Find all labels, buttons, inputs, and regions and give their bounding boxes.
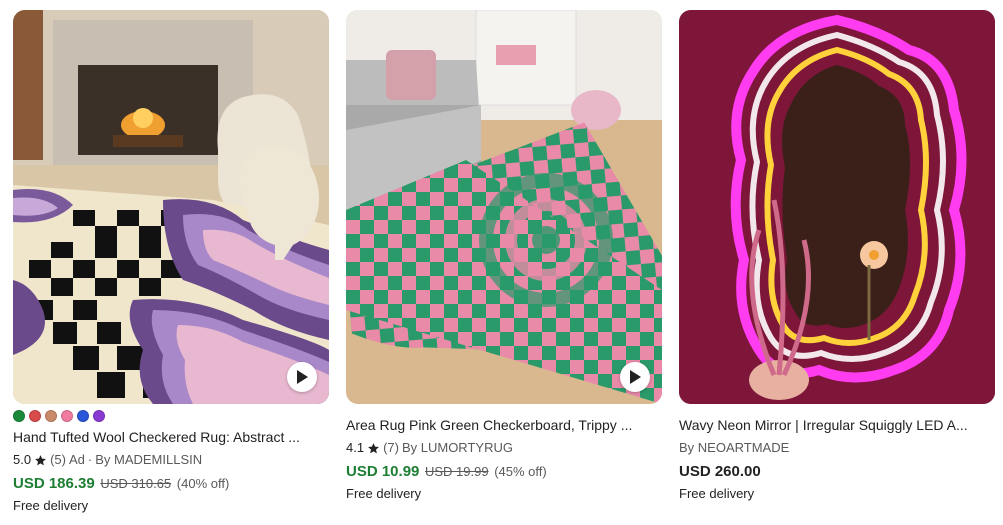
mirror-photo [679, 10, 995, 404]
rating-value: 4.1 [346, 440, 365, 455]
color-swatch-blue[interactable] [77, 410, 89, 422]
shop-name: By NEOARTMADE [679, 440, 790, 455]
delivery-label: Free delivery [679, 486, 755, 501]
delivery-label: Free delivery [346, 486, 422, 501]
original-price: USD 310.65 [100, 476, 172, 491]
price-row: USD 186.39 USD 310.65 (40% off) [13, 475, 329, 493]
listing-title[interactable]: Area Rug Pink Green Checkerboard, Trippy… [346, 416, 662, 434]
sale-price: USD 10.99 [346, 463, 420, 480]
listing-card[interactable]: Wavy Neon Mirror | Irregular Squiggly LE… [679, 10, 995, 503]
listing-image[interactable] [679, 10, 995, 404]
color-swatch-red[interactable] [29, 410, 41, 422]
listing-meta: 4.1 (7) By LUMORTYRUG [346, 440, 662, 456]
listing-title[interactable]: Wavy Neon Mirror | Irregular Squiggly LE… [679, 416, 995, 434]
color-swatch-green[interactable] [13, 410, 25, 422]
ad-label: Ad [68, 452, 85, 467]
shop-name: By MADEMILLSIN [95, 452, 203, 467]
price-row: USD 10.99 USD 19.99 (45% off) [346, 463, 662, 481]
rug-photo [13, 10, 329, 404]
play-video-button[interactable] [287, 362, 317, 392]
listing-meta: 5.0 (5) Ad · By MADEMILLSIN [13, 452, 329, 468]
listing-title[interactable]: Hand Tufted Wool Checkered Rug: Abstract… [13, 428, 329, 446]
original-price: USD 19.99 [425, 464, 489, 479]
play-icon [630, 370, 641, 384]
listing-image[interactable] [13, 10, 329, 404]
price: USD 260.00 [679, 463, 761, 480]
sale-price: USD 186.39 [13, 475, 95, 492]
color-swatch-purple[interactable] [93, 410, 105, 422]
listing-image[interactable] [346, 10, 662, 404]
review-count: (5) [50, 452, 66, 467]
star-icon [368, 442, 379, 453]
price-row: USD 260.00 [679, 463, 995, 481]
listing-card[interactable]: Area Rug Pink Green Checkerboard, Trippy… [346, 10, 662, 503]
rug-photo [346, 10, 662, 404]
star-icon [35, 454, 46, 465]
listing-meta: By NEOARTMADE [679, 440, 995, 456]
color-swatch-pink[interactable] [61, 410, 73, 422]
separator-dot: · [87, 452, 93, 467]
delivery-label: Free delivery [13, 498, 89, 513]
color-swatches [13, 410, 329, 422]
discount-label: (40% off) [176, 476, 230, 491]
discount-label: (45% off) [494, 464, 547, 479]
rating-value: 5.0 [13, 452, 32, 467]
shop-name: By LUMORTYRUG [401, 440, 513, 455]
color-swatch-tan[interactable] [45, 410, 57, 422]
review-count: (7) [383, 440, 399, 455]
listing-card[interactable]: Hand Tufted Wool Checkered Rug: Abstract… [13, 10, 329, 515]
play-video-button[interactable] [620, 362, 650, 392]
play-icon [297, 370, 308, 384]
